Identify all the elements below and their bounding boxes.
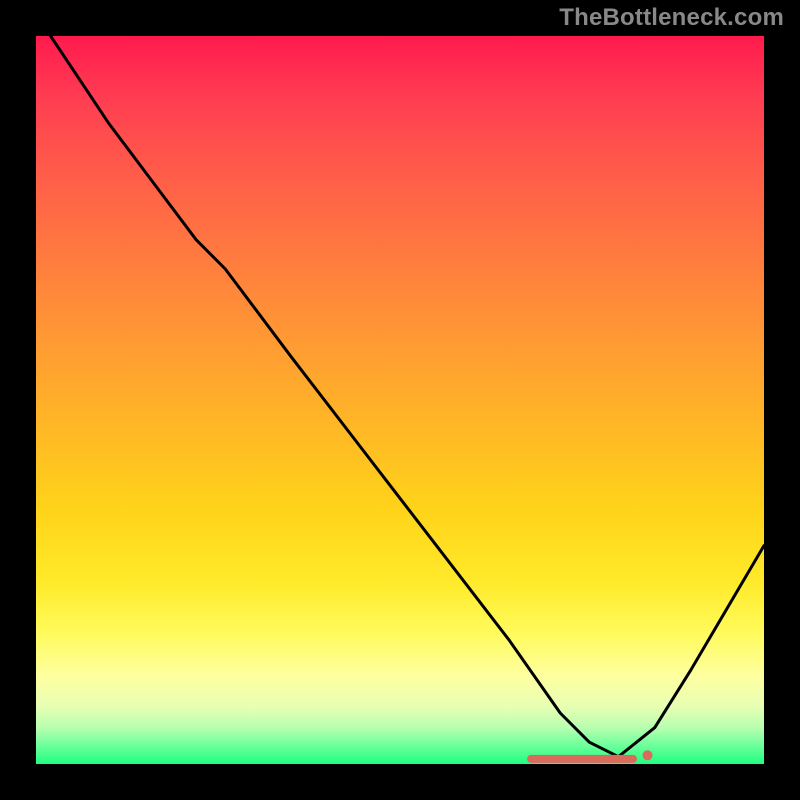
bottleneck-curve: [51, 36, 764, 757]
watermark-text: TheBottleneck.com: [559, 4, 784, 32]
optimal-marker-dot: [643, 750, 653, 760]
plot-area: [36, 36, 764, 764]
chart-svg: [36, 36, 764, 764]
chart-container: TheBottleneck.com: [0, 0, 800, 800]
